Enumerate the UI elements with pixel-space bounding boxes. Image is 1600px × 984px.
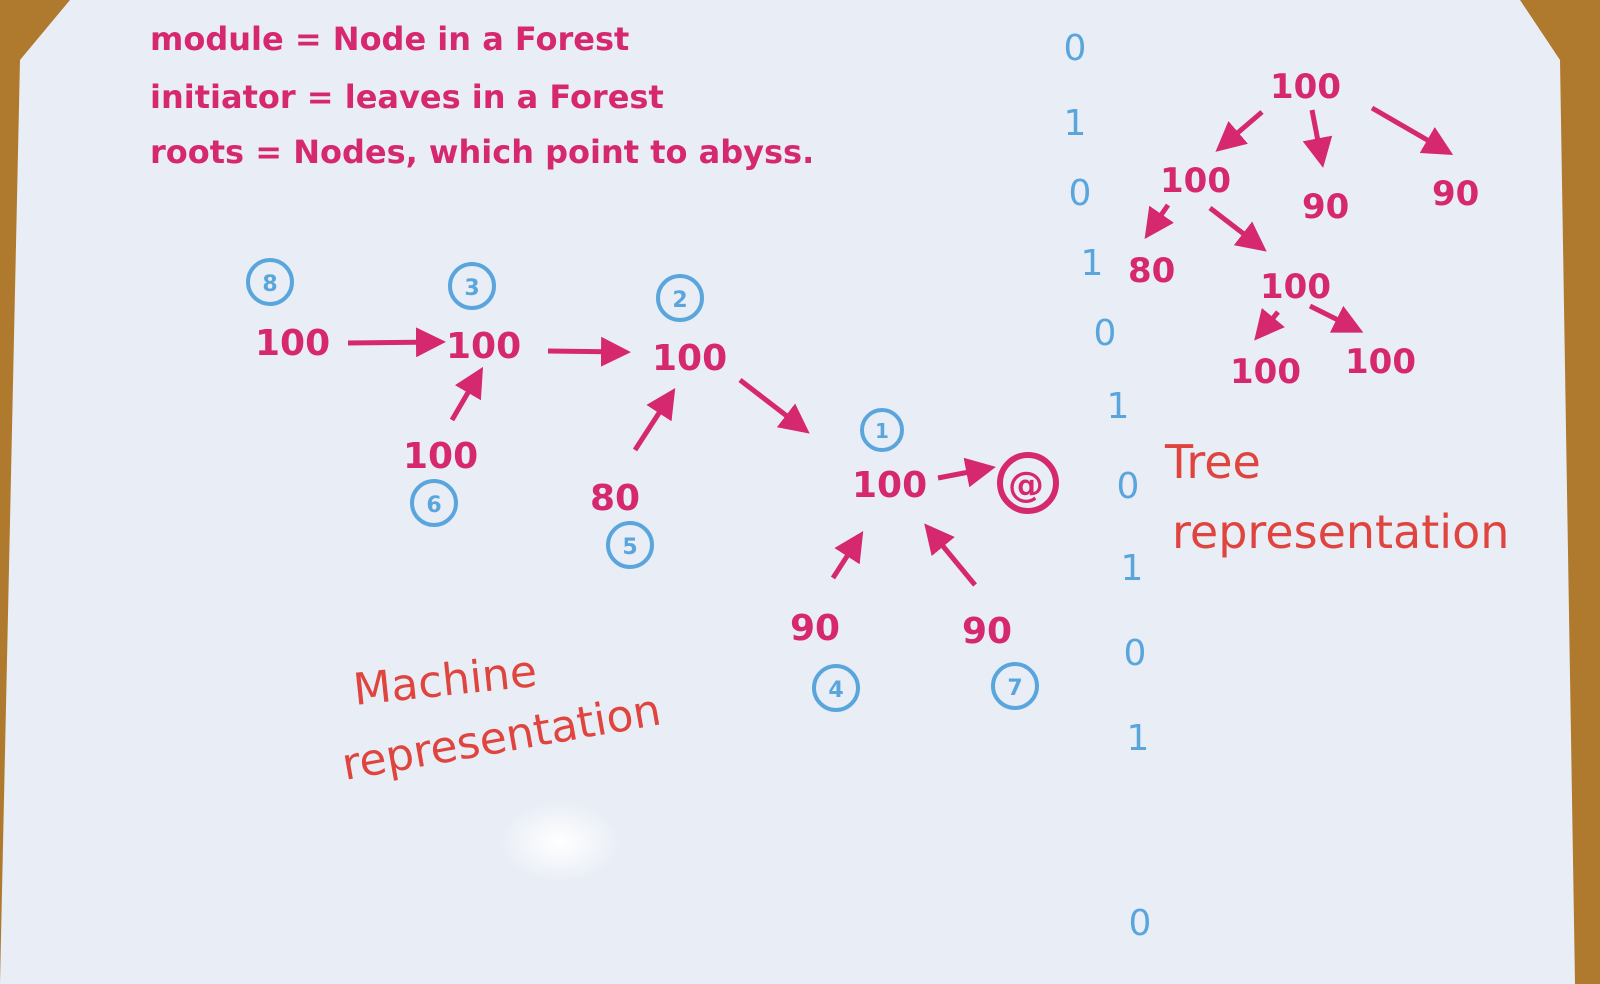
divider-digit: 0 <box>1069 173 1092 214</box>
divider-digit: 1 <box>1121 548 1144 589</box>
divider-digit: 1 <box>1081 243 1104 284</box>
light-glare <box>500 802 620 882</box>
note-module: module = Node in a Forest <box>150 20 629 58</box>
tree-l2-b: 100 <box>1260 267 1331 307</box>
tree-l1-a: 100 <box>1160 161 1231 201</box>
divider-digit: 1 <box>1064 103 1087 144</box>
note-initiator: initiator = leaves in a Forest <box>150 78 664 116</box>
tree-l2-a: 80 <box>1128 251 1175 291</box>
node-value-2: 100 <box>652 338 727 379</box>
node-id-3: 3 <box>464 276 479 301</box>
tree-title-line2: representation <box>1172 505 1509 559</box>
tree-root: 100 <box>1270 67 1341 107</box>
divider-digit: 0 <box>1129 903 1152 944</box>
node-id-4: 4 <box>828 678 843 703</box>
node-value-7: 90 <box>962 611 1012 652</box>
divider-digit: 0 <box>1124 633 1147 674</box>
node-value-8: 100 <box>255 323 330 364</box>
note-roots: roots = Nodes, which point to abyss. <box>150 133 814 171</box>
tree-l3-b: 100 <box>1345 342 1416 382</box>
node-id-2: 2 <box>672 288 687 313</box>
node-value-4: 90 <box>790 608 840 649</box>
divider-digit: 0 <box>1064 28 1087 69</box>
node-value-6: 100 <box>403 436 478 477</box>
node-value-3: 100 <box>446 326 521 367</box>
edge-3-2 <box>547 336 631 367</box>
tree-title-line1: Tree <box>1164 435 1261 489</box>
node-id-5: 5 <box>622 535 637 560</box>
tree-l3-a: 100 <box>1230 352 1301 392</box>
divider-digit: 0 <box>1094 313 1117 354</box>
node-id-7: 7 <box>1007 676 1022 701</box>
node-id-6: 6 <box>426 493 441 518</box>
divider-digit: 1 <box>1127 718 1150 759</box>
node-id-1: 1 <box>875 419 889 443</box>
node-value-1: 100 <box>852 465 927 506</box>
tree-l1-c: 90 <box>1432 174 1479 214</box>
edge-8-3 <box>347 327 446 358</box>
abyss-symbol: @ <box>1008 465 1044 506</box>
node-value-5: 80 <box>590 478 640 519</box>
node-id-8: 8 <box>262 272 277 297</box>
whiteboard: module = Node in a Forest initiator = le… <box>0 0 1575 984</box>
divider-digit: 1 <box>1107 386 1130 427</box>
tree-l1-b: 90 <box>1302 187 1349 227</box>
divider-digit: 0 <box>1117 466 1140 507</box>
